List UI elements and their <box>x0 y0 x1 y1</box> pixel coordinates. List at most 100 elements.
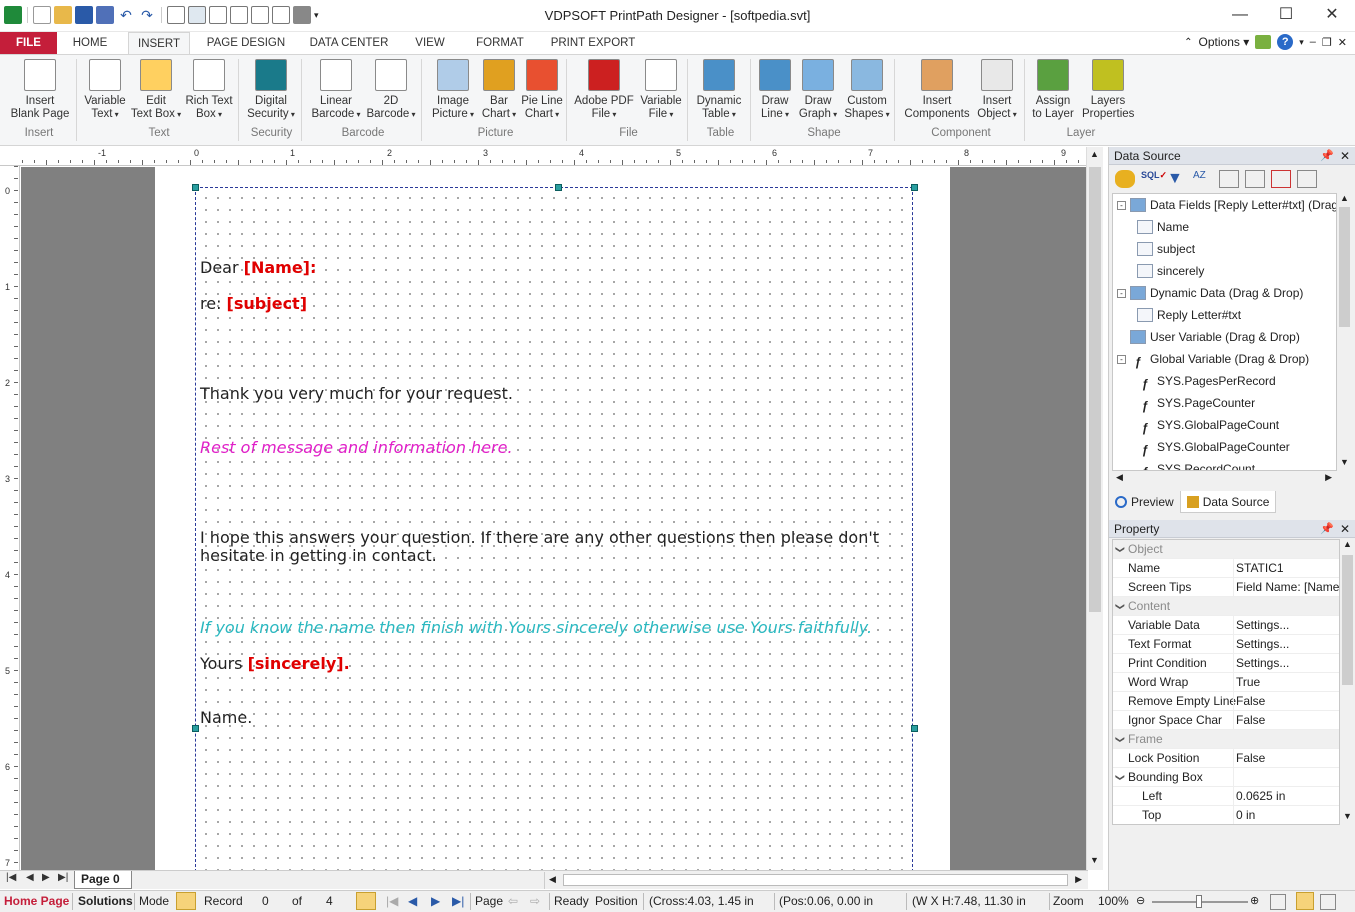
property-row[interactable]: Word Wrap True <box>1113 673 1339 692</box>
tree-node[interactable]: ƒ SYS.PageCounter <box>1137 393 1255 413</box>
page-sheet[interactable]: Dear [Name]: re: [subject] Thank you ver… <box>155 167 950 870</box>
property-grid[interactable]: ❯ Object Name STATIC1 Screen Tips Field Name:… <box>1112 539 1340 825</box>
page-tab[interactable]: Page 0 <box>74 871 132 889</box>
greeting-line[interactable]: Dear [Name]: <box>200 258 316 277</box>
zoom-slider-thumb[interactable] <box>1196 895 1202 908</box>
prev-record-icon[interactable]: ◀ <box>408 894 417 908</box>
collapse-ribbon-icon[interactable]: ⌃ <box>1184 37 1192 48</box>
chart-field-icon[interactable] <box>1297 170 1317 188</box>
ribbon-button-components[interactable]: Insert Components <box>901 59 973 121</box>
property-row[interactable]: Name STATIC1 <box>1113 559 1339 578</box>
last-record-icon[interactable]: ▶| <box>452 894 464 908</box>
ribbon-button-pie-chart[interactable]: Pie Line Chart ▾ <box>518 59 566 121</box>
next-page-icon[interactable]: ▶ <box>42 872 50 883</box>
zoom-in-icon[interactable]: ⊕ <box>1250 894 1259 907</box>
ribbon-button-image[interactable]: Image Picture ▾ <box>428 59 478 121</box>
property-category[interactable]: ❯ Frame <box>1113 730 1339 749</box>
property-value[interactable]: Field Name: [Name <box>1236 578 1339 597</box>
database-icon[interactable] <box>1115 170 1135 188</box>
minimize-button[interactable]: — <box>1217 0 1263 30</box>
ruler-toggle-icon[interactable] <box>1296 892 1314 910</box>
ribbon-button-object[interactable]: Insert Object ▾ <box>970 59 1024 121</box>
property-row[interactable]: ❯ Bounding Box <box>1113 768 1339 787</box>
property-value[interactable]: STATIC1 <box>1236 559 1284 578</box>
ribbon-button-pdf[interactable]: Adobe PDF File ▾ <box>574 59 634 121</box>
ribbon-button-rich-text[interactable]: Rich Text Box ▾ <box>185 59 233 121</box>
edit-field-icon[interactable] <box>1245 170 1265 188</box>
ribbon-button-shapes[interactable]: Custom Shapes ▾ <box>842 59 892 121</box>
subject-line[interactable]: re: [subject] <box>200 294 307 313</box>
canvas-vertical-scrollbar[interactable]: ▲ ▼ <box>1086 147 1103 870</box>
zoom-out-icon[interactable]: ⊖ <box>1136 894 1145 907</box>
tree-vertical-scrollbar[interactable]: ▲ ▼ <box>1337 193 1352 471</box>
collapse-toggle-icon[interactable]: - <box>1117 354 1126 364</box>
property-value[interactable]: Settings... <box>1236 635 1289 654</box>
tab-format[interactable]: FORMAT <box>469 32 531 54</box>
page-back-icon[interactable]: ⇦ <box>508 894 518 908</box>
tab-insert[interactable]: INSERT <box>128 32 190 54</box>
ribbon-button-blank-page[interactable]: Insert Blank Page <box>6 59 74 121</box>
property-value[interactable]: 0.0625 in <box>1236 787 1285 806</box>
property-value[interactable]: False <box>1236 749 1265 768</box>
text-frame[interactable]: Dear [Name]: re: [subject] Thank you ver… <box>192 184 918 870</box>
design-canvas[interactable]: Dear [Name]: re: [subject] Thank you ver… <box>21 167 1086 870</box>
zoom-slider[interactable] <box>1152 895 1248 908</box>
property-row[interactable]: Ignor Space Char False <box>1113 711 1339 730</box>
expand-arrow-icon[interactable]: ❯ <box>1113 603 1129 611</box>
property-value[interactable]: 0 in <box>1236 806 1255 824</box>
hscroll-thumb[interactable] <box>563 874 1068 886</box>
prev-page-icon[interactable]: ◀ <box>26 872 34 883</box>
delete-field-icon[interactable] <box>1271 170 1291 188</box>
ribbon-button-bar-chart[interactable]: Bar Chart ▾ <box>481 59 517 121</box>
tree-node[interactable]: Name <box>1137 217 1189 237</box>
doc-restore-icon[interactable]: ❐ <box>1322 36 1332 49</box>
ribbon-button-edit-textbox[interactable]: Edit Text Box ▾ <box>130 59 182 121</box>
sincerely-field[interactable]: [sincerely]. <box>248 654 350 673</box>
expand-arrow-icon[interactable]: ❯ <box>1113 546 1129 554</box>
sort-icon[interactable]: AZ <box>1193 170 1213 188</box>
tree-node[interactable]: - Data Fields [Reply Letter#txt] (Drag <box>1117 195 1336 215</box>
ribbon-button-shield[interactable]: Digital Security ▾ <box>245 59 297 121</box>
property-row[interactable]: Top 0 in <box>1113 806 1339 824</box>
subject-field[interactable]: [subject] <box>227 294 307 313</box>
close-panel-icon[interactable]: ✕ <box>1340 147 1350 165</box>
tree-node[interactable]: User Variable (Drag & Drop) <box>1117 327 1300 347</box>
ribbon-button-layers[interactable]: Layers Properties <box>1082 59 1134 121</box>
resize-handle[interactable] <box>192 184 199 191</box>
property-row[interactable]: Print Condition Settings... <box>1113 654 1339 673</box>
canvas-horizontal-scrollbar[interactable]: ◀ ▶ <box>544 872 1086 889</box>
tab-file[interactable]: FILE <box>0 32 57 54</box>
last-page-icon[interactable]: ▶| <box>58 872 68 883</box>
property-value[interactable]: True <box>1236 673 1260 692</box>
resize-handle[interactable] <box>555 184 562 191</box>
ribbon-button-variable-file[interactable]: Variable File ▾ <box>636 59 686 121</box>
sql-icon[interactable]: SQL✓ <box>1141 170 1167 188</box>
property-row[interactable]: Left 0.0625 in <box>1113 787 1339 806</box>
ribbon-button-barcode[interactable]: Linear Barcode ▾ <box>310 59 362 121</box>
ribbon-button-table[interactable]: Dynamic Table ▾ <box>693 59 745 121</box>
ribbon-button-qr-code[interactable]: 2D Barcode ▾ <box>366 59 416 121</box>
data-source-tree[interactable]: - Data Fields [Reply Letter#txt] (Drag Nam… <box>1112 193 1337 471</box>
collapse-toggle-icon[interactable]: - <box>1117 200 1126 210</box>
ribbon-button-line[interactable]: Draw Line ▾ <box>755 59 795 121</box>
edit-mode-icon[interactable] <box>176 892 196 910</box>
property-vertical-scrollbar[interactable]: ▲ ▼ <box>1340 539 1355 825</box>
property-category[interactable]: ❯ Content <box>1113 597 1339 616</box>
next-record-icon[interactable]: ▶ <box>431 894 440 908</box>
property-value[interactable]: False <box>1236 711 1265 730</box>
close-button[interactable]: ✕ <box>1309 0 1355 30</box>
property-value[interactable]: Settings... <box>1236 654 1289 673</box>
tab-data-center[interactable]: DATA CENTER <box>305 32 393 54</box>
record-view-icon[interactable] <box>356 892 376 910</box>
name-field[interactable]: [Name]: <box>244 258 317 277</box>
pin-icon[interactable]: 📌 <box>1320 147 1334 165</box>
tree-node[interactable]: subject <box>1137 239 1195 259</box>
tab-preview[interactable]: Preview <box>1109 491 1180 513</box>
doc-minimize-icon[interactable]: – <box>1310 36 1316 48</box>
tab-page-design[interactable]: PAGE DESIGN <box>200 32 292 54</box>
tree-node[interactable]: ƒ SYS.GlobalPageCount <box>1137 415 1279 435</box>
property-value[interactable]: Settings... <box>1236 616 1289 635</box>
property-row[interactable]: Screen Tips Field Name: [Name <box>1113 578 1339 597</box>
tree-node[interactable]: Reply Letter#txt <box>1137 305 1241 325</box>
resize-handle[interactable] <box>192 725 199 732</box>
